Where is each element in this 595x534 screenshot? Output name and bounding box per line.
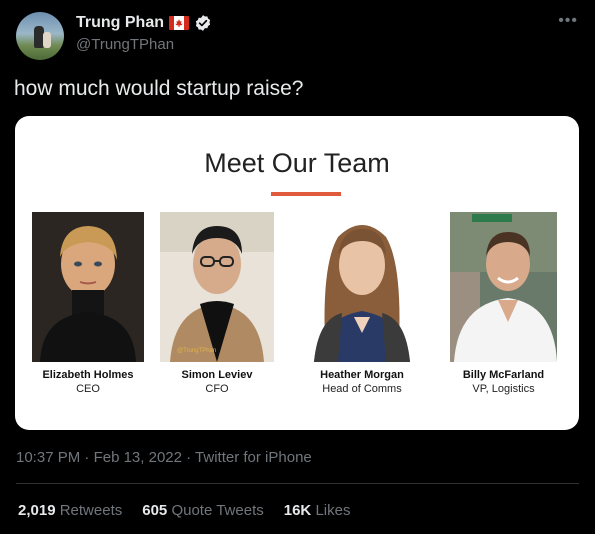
avatar[interactable] [16,12,64,60]
avatar-figure-2 [43,32,51,48]
tweet-time[interactable]: 10:37 PM [16,449,80,466]
member-photo-1-art [32,212,144,362]
tweet: Trung Phan @TrungTPhan ••• how much woul… [0,0,595,534]
member-role-4: VP, Logistics [472,383,535,395]
member-name-4: Billy McFarland [462,369,545,381]
retweets-count: 2,019 [18,502,56,519]
quote-tweets-stat[interactable]: 605 Quote Tweets [142,502,263,519]
likes-count: 16K [283,502,312,519]
member-photo-2-art [160,212,274,362]
tweet-source[interactable]: Twitter for iPhone [195,449,312,466]
tweet-image[interactable]: Meet Our Team Elizabeth Holmes CEO @Trun… [15,116,579,430]
retweets-label: Retweets [59,502,123,519]
member-photo-2 [160,212,274,362]
tweet-meta: 10:37 PM · Feb 13, 2022 · Twitter for iP… [16,449,312,466]
likes-label: Likes [315,502,351,519]
member-name-1: Elizabeth Holmes [42,369,134,381]
member-role-2: CFO [205,383,229,395]
tweet-date[interactable]: Feb 13, 2022 [94,449,182,466]
author-handle[interactable]: @TrungTPhan [76,36,174,53]
member-role-1: CEO [76,383,100,395]
author-display-name[interactable]: Trung Phan [76,14,164,32]
member-photo-1 [32,212,144,362]
member-name-3: Heather Morgan [320,369,404,381]
member-photo-3 [298,207,426,362]
tweet-stats: 2,019 Retweets 605 Quote Tweets 16K Like… [18,502,350,519]
member-photo-4 [450,212,557,362]
likes-stat[interactable]: 16K Likes [284,502,351,519]
title-underline [271,192,341,196]
author-name-row[interactable]: Trung Phan [76,14,212,32]
member-name-2: Simon Leviev [181,369,253,381]
photo-watermark: @TrungTPhan [177,348,217,354]
image-title: Meet Our Team [204,148,390,178]
canada-flag-icon [169,16,189,30]
meta-separator: · [84,449,90,466]
more-options-icon[interactable]: ••• [558,12,578,30]
retweets-stat[interactable]: 2,019 Retweets [18,502,122,519]
quote-tweets-count: 605 [142,502,168,519]
divider-top [16,483,579,484]
tweet-text: how much would startup raise? [14,77,304,100]
quote-tweets-label: Quote Tweets [171,502,264,519]
meta-separator-2: · [186,449,192,466]
member-role-3: Head of Comms [322,383,402,395]
member-photo-4-art [450,212,557,362]
member-photo-3-art [298,207,426,362]
verified-badge-icon [195,15,211,31]
